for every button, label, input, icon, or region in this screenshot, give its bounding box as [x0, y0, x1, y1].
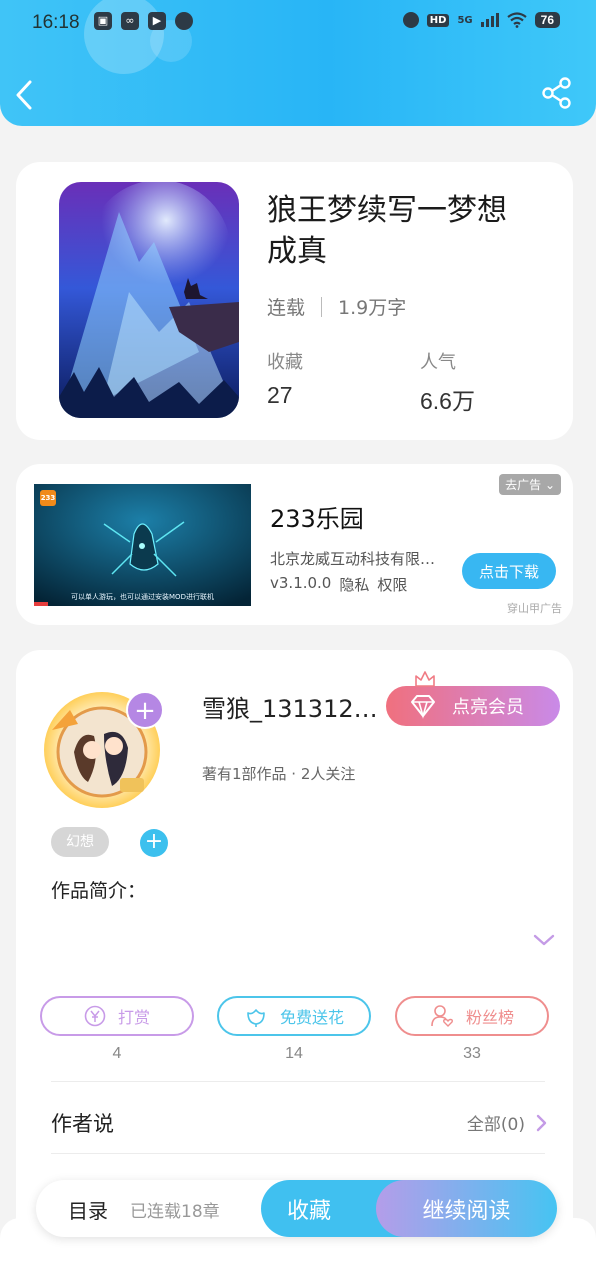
author-says-all-label: 全部(0) [466, 1115, 525, 1135]
popularity-value: 6.6万 [420, 388, 475, 414]
send-flower-button[interactable]: 免费送花 [217, 996, 371, 1036]
divider [51, 1153, 545, 1154]
genre-tag[interactable]: 幻想 [51, 827, 109, 857]
header: 16:18 ▣ ∞ ▶ HD 5G 76 [0, 0, 596, 126]
chapter-count: 已连载18章 [130, 1202, 220, 1222]
alarm-icon [402, 12, 419, 28]
ad-scene-image [34, 484, 251, 606]
yen-coin-icon [84, 1005, 106, 1027]
ad-privacy-link[interactable]: 隐私 [339, 574, 369, 595]
meta-divider [321, 296, 323, 317]
ad-card[interactable]: 233 可以单人游玩，也可以通过安装MOD进行联机 去广告 ⌄ 233乐园 北京… [16, 464, 573, 625]
network-type: 5G [457, 14, 473, 26]
popularity-label: 人气 [420, 352, 456, 373]
ad-permissions-link[interactable]: 权限 [377, 574, 407, 595]
ad-company: 北京龙威互动科技有限公司 [270, 550, 448, 568]
author-name[interactable]: 雪狼_1313121314 [202, 689, 386, 724]
ad-video-caption: 可以单人游玩，也可以通过安装MOD进行联机 [71, 593, 214, 601]
app-notification-icon: ▣ [94, 12, 112, 30]
continue-reading-button[interactable]: 继续阅读 [376, 1180, 557, 1237]
ad-app-details: v3.1.0.0 隐私 权限 [270, 574, 407, 595]
book-cover[interactable] [59, 182, 239, 418]
toc-button[interactable]: 目录 [68, 1195, 108, 1224]
fan-count: 33 [463, 1045, 481, 1062]
book-meta: 连载 1.9万字 [267, 293, 406, 320]
chevron-right-icon [536, 1114, 547, 1131]
battery-indicator: 76 [534, 12, 560, 28]
ad-source-label: 穿山甲广告 [507, 602, 562, 615]
bottom-action-bar: 目录 已连载18章 收藏 继续阅读 [36, 1180, 557, 1237]
favorites-label: 收藏 [267, 352, 303, 373]
tip-count: 4 [112, 1045, 122, 1062]
notification-icons: ▣ ∞ ▶ [94, 12, 193, 30]
link-notification-icon: ∞ [121, 12, 139, 30]
continue-reading-label: 继续阅读 [422, 1198, 511, 1224]
author-says-all-link[interactable]: 全部(0) [467, 1110, 547, 1135]
share-icon [542, 77, 571, 109]
status-bar: 16:18 ▣ ∞ ▶ HD 5G 76 [0, 0, 596, 48]
flower-icon [247, 1009, 265, 1027]
download-button[interactable]: 点击下载 [462, 553, 556, 589]
chevron-down-icon: ⌄ [544, 478, 555, 492]
vip-button[interactable]: 点亮会员 [386, 686, 560, 726]
fan-ranking-button[interactable]: 粉丝榜 [395, 996, 549, 1036]
expand-intro-button[interactable] [531, 930, 557, 950]
chevron-left-icon [16, 80, 32, 110]
book-cover-image [59, 182, 239, 418]
chat-notification-icon [175, 12, 193, 30]
tip-button[interactable]: 打赏 [40, 996, 194, 1036]
book-word-count: 1.9万字 [338, 297, 407, 319]
ad-app-logo: 233 [40, 490, 56, 506]
book-info-card: 狼王梦续写一梦想成真 连载 1.9万字 收藏 27 人气 6.6万 [16, 162, 573, 440]
vip-label: 点亮会员 [452, 697, 524, 718]
book-status: 连载 [267, 297, 306, 319]
status-indicators: HD 5G 76 [402, 12, 560, 28]
add-tag-button[interactable]: + [140, 829, 168, 857]
fan-ranking-label: 粉丝榜 [465, 1008, 514, 1027]
remove-ad-label: 去广告 [505, 478, 542, 492]
favorite-label: 收藏 [287, 1198, 332, 1224]
intro-label: 作品简介： [51, 880, 147, 902]
chevron-down-icon [533, 934, 555, 946]
divider [51, 1081, 545, 1082]
crown-icon [415, 671, 435, 687]
send-flower-label: 免费送花 [279, 1008, 344, 1027]
wifi-icon [506, 12, 527, 28]
video-notification-icon: ▶ [148, 12, 166, 30]
author-stats: 著有1部作品 · 2人关注 [202, 765, 356, 783]
follow-author-button[interactable]: + [126, 691, 164, 729]
tip-label: 打赏 [117, 1008, 150, 1027]
favorites-value: 27 [267, 382, 293, 408]
author-says-label: 作者说 [51, 1112, 114, 1136]
fan-user-icon [431, 1005, 453, 1027]
book-title: 狼王梦续写一梦想成真 [267, 193, 507, 269]
remove-ad-button[interactable]: 去广告 ⌄ [499, 474, 561, 495]
ad-app-name: 233乐园 [270, 505, 364, 533]
signal-icon [480, 13, 499, 27]
back-button[interactable] [12, 76, 40, 114]
ad-video-thumbnail[interactable]: 233 可以单人游玩，也可以通过安装MOD进行联机 [34, 484, 251, 606]
flower-count: 14 [285, 1045, 303, 1062]
hd-icon: HD [426, 13, 450, 27]
share-button[interactable] [540, 76, 574, 110]
status-time: 16:18 [32, 12, 80, 33]
diamond-icon [411, 695, 435, 719]
ad-version: v3.1.0.0 [270, 574, 332, 592]
